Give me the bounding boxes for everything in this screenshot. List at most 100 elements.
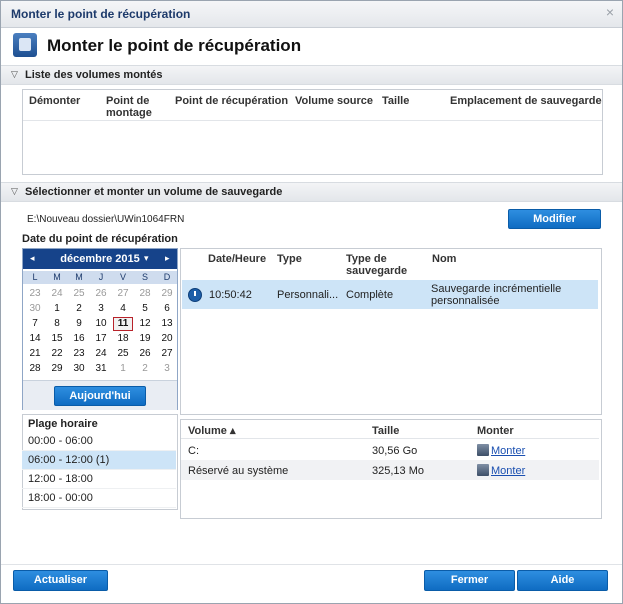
section-select-volume[interactable]: ▽ Sélectionner et monter un volume de sa…: [1, 182, 622, 202]
calendar-day[interactable]: 22: [47, 347, 67, 361]
col-mount-point[interactable]: Point de montage: [106, 95, 166, 119]
weekday: D: [163, 272, 171, 282]
calendar-day[interactable]: 30: [69, 362, 89, 376]
calendar-day[interactable]: 24: [47, 287, 67, 301]
calendar-day[interactable]: 2: [135, 362, 155, 376]
calendar-day[interactable]: 23: [25, 287, 45, 301]
row-time: 10:50:42: [209, 289, 252, 301]
calendar-day[interactable]: 10: [91, 317, 111, 331]
calendar-day[interactable]: 25: [69, 287, 89, 301]
today-button[interactable]: Aujourd'hui: [54, 386, 146, 406]
time-slot-selected[interactable]: 06:00 - 12:00 (1): [22, 451, 176, 470]
calendar-day[interactable]: 20: [157, 332, 177, 346]
weekday: J: [98, 272, 104, 282]
calendar-day[interactable]: 9: [69, 317, 89, 331]
divider: [181, 438, 599, 439]
col-volume-sorted[interactable]: Volume ▴: [188, 425, 236, 437]
close-icon[interactable]: ×: [606, 4, 614, 20]
calendar: ◂ décembre 2015 ▾ ▸ L M M J V S D 23 24 25…: [22, 248, 178, 410]
weekday: M: [53, 272, 61, 282]
time-slot[interactable]: 00:00 - 06:00: [22, 432, 176, 451]
calendar-day[interactable]: 6: [157, 302, 177, 316]
calendar-day[interactable]: 19: [135, 332, 155, 346]
mount-recovery-point-dialog: Monter le point de récupération × Monter…: [0, 0, 623, 604]
calendar-day[interactable]: 27: [157, 347, 177, 361]
modify-button[interactable]: Modifier: [508, 209, 601, 229]
calendar-day[interactable]: 31: [91, 362, 111, 376]
calendar-day[interactable]: 23: [69, 347, 89, 361]
col-backup-type[interactable]: Type de sauvegarde: [346, 253, 411, 277]
calendar-day[interactable]: 8: [47, 317, 67, 331]
calendar-day[interactable]: 1: [47, 302, 67, 316]
col-volume-size[interactable]: Taille: [372, 425, 399, 437]
mount-link[interactable]: Monter: [491, 445, 525, 457]
calendar-day[interactable]: 2: [69, 302, 89, 316]
col-type[interactable]: Type: [277, 253, 302, 265]
calendar-day[interactable]: 5: [135, 302, 155, 316]
calendar-day[interactable]: 18: [113, 332, 133, 346]
col-recovery-point[interactable]: Point de récupération: [175, 95, 288, 107]
calendar-month[interactable]: décembre 2015: [23, 253, 177, 265]
calendar-day[interactable]: 7: [25, 317, 45, 331]
row-name: Sauvegarde incrémentielle personnalisée: [431, 283, 562, 307]
help-button[interactable]: Aide: [517, 570, 608, 591]
col-name[interactable]: Nom: [432, 253, 456, 265]
calendar-day[interactable]: 26: [135, 347, 155, 361]
weekday: M: [75, 272, 83, 282]
mount-link[interactable]: Monter: [491, 465, 525, 477]
calendar-day[interactable]: 21: [25, 347, 45, 361]
title-bar: Monter le point de récupération ×: [1, 1, 622, 28]
col-date-time[interactable]: Date/Heure: [208, 253, 266, 265]
calendar-day[interactable]: 24: [91, 347, 111, 361]
calendar-day[interactable]: 1: [113, 362, 133, 376]
section-mounted-volumes[interactable]: ▽ Liste des volumes montés: [1, 65, 622, 85]
page-title: Monter le point de récupération: [47, 36, 302, 55]
backup-path: E:\Nouveau dossier\UWin1064FRN: [27, 214, 185, 225]
disk-icon: [477, 444, 489, 456]
collapse-arrow-icon[interactable]: ▽: [11, 186, 18, 197]
calendar-day[interactable]: 30: [25, 302, 45, 316]
section-title: Liste des volumes montés: [25, 69, 163, 81]
clock-icon: [188, 288, 202, 302]
calendar-day[interactable]: 12: [135, 317, 155, 331]
row-type: Personnali...: [277, 289, 339, 301]
collapse-arrow-icon[interactable]: ▽: [11, 69, 18, 80]
calendar-day[interactable]: 3: [91, 302, 111, 316]
col-source-volume[interactable]: Volume source: [295, 95, 373, 107]
calendar-day[interactable]: 16: [69, 332, 89, 346]
month-menu-icon[interactable]: ▾: [144, 253, 149, 264]
time-range-label: Plage horaire: [28, 418, 98, 430]
calendar-day[interactable]: 29: [157, 287, 177, 301]
calendar-day[interactable]: 14: [25, 332, 45, 346]
close-button[interactable]: Fermer: [424, 570, 515, 591]
col-mount[interactable]: Monter: [477, 425, 514, 437]
calendar-day[interactable]: 13: [157, 317, 177, 331]
calendar-day[interactable]: 28: [135, 287, 155, 301]
calendar-day[interactable]: 28: [25, 362, 45, 376]
calendar-day[interactable]: 25: [113, 347, 133, 361]
refresh-button[interactable]: Actualiser: [13, 570, 108, 591]
calendar-day[interactable]: 15: [47, 332, 67, 346]
col-backup-location[interactable]: Emplacement de sauvegarde: [450, 95, 602, 107]
volume-name: Réservé au système: [188, 465, 289, 477]
calendar-day[interactable]: 4: [113, 302, 133, 316]
col-unmount[interactable]: Démonter: [29, 95, 80, 107]
time-slot[interactable]: 18:00 - 00:00: [22, 489, 176, 508]
volume-size: 325,13 Mo: [372, 465, 424, 477]
calendar-header: ◂ décembre 2015 ▾ ▸: [23, 249, 177, 269]
time-slot[interactable]: 12:00 - 18:00: [22, 470, 176, 489]
calendar-day[interactable]: 3: [157, 362, 177, 376]
col-size[interactable]: Taille: [382, 95, 409, 107]
footer-divider: [1, 564, 622, 565]
window-title: Monter le point de récupération: [11, 7, 191, 21]
next-month-icon[interactable]: ▸: [165, 253, 170, 264]
weekday: L: [32, 272, 38, 282]
calendar-day[interactable]: 27: [113, 287, 133, 301]
calendar-day[interactable]: 17: [91, 332, 111, 346]
weekday: V: [119, 272, 126, 282]
calendar-day[interactable]: 29: [47, 362, 67, 376]
calendar-day[interactable]: 11: [113, 317, 133, 331]
section-title: Sélectionner et monter un volume de sauv…: [25, 186, 283, 198]
weekday: S: [141, 272, 148, 282]
calendar-day[interactable]: 26: [91, 287, 111, 301]
